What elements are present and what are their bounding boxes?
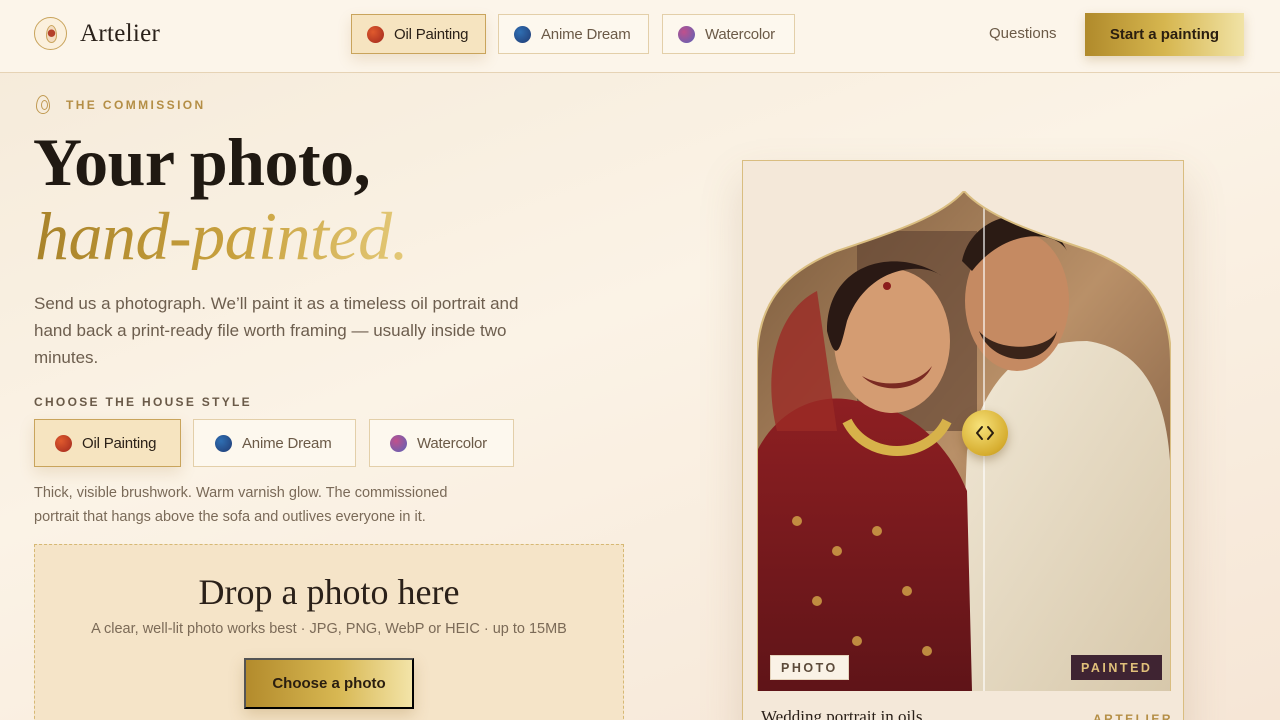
choose-photo-button[interactable]: Choose a photo: [244, 658, 414, 709]
brand-name: Artelier: [80, 19, 161, 47]
hero-title-line2: hand-painted.: [35, 198, 409, 274]
brand-logo[interactable]: Artelier: [34, 17, 160, 50]
compare-slider-handle[interactable]: [962, 410, 1008, 456]
questions-link[interactable]: Questions: [989, 25, 1057, 42]
nav-style-label: Watercolor: [705, 25, 775, 43]
style-option-label: Oil Painting: [82, 434, 157, 452]
style-option-label: Watercolor: [417, 434, 487, 452]
style-option-label: Anime Dream: [242, 434, 332, 452]
nav-style-oil-painting[interactable]: Oil Painting: [351, 14, 486, 54]
style-option-watercolor[interactable]: Watercolor: [369, 419, 514, 467]
anime-color-dot-icon: [514, 25, 531, 43]
eyebrow: THE COMMISSION: [36, 95, 206, 114]
house-style-label: CHOOSE THE HOUSE STYLE: [34, 395, 252, 409]
dropzone-subtitle: A clear, well-lit photo works best · JPG…: [91, 621, 567, 637]
preview-caption: Wedding portrait in oils: [761, 707, 923, 720]
drop-icon: [36, 95, 50, 114]
painted-tag: PAINTED: [1071, 655, 1163, 680]
oil-color-dot-icon: [367, 25, 384, 43]
chevrons-left-right-icon: [976, 426, 994, 440]
site-header: Artelier Oil Painting Anime Dream Waterc…: [0, 0, 1280, 73]
dropzone-title: Drop a photo here: [198, 572, 460, 612]
style-description: Thick, visible brushwork. Warm varnish g…: [34, 485, 448, 525]
start-painting-button[interactable]: Start a painting: [1085, 13, 1244, 56]
preview-card: PHOTO PAINTED Wedding portrait in oils A…: [742, 160, 1184, 720]
eyebrow-text: THE COMMISSION: [66, 97, 206, 112]
photo-dropzone[interactable]: Drop a photo here A clear, well-lit phot…: [34, 544, 624, 720]
style-option-oil-painting[interactable]: Oil Painting: [34, 419, 181, 467]
oil-color-dot-icon: [55, 434, 72, 452]
watercolor-color-dot-icon: [678, 25, 695, 43]
nav-style-label: Oil Painting: [394, 25, 469, 43]
nav-style-label: Anime Dream: [541, 25, 631, 43]
nav-style-watercolor[interactable]: Watercolor: [662, 14, 795, 54]
photo-tag: PHOTO: [770, 655, 849, 680]
style-option-anime-dream[interactable]: Anime Dream: [193, 419, 356, 467]
preview-brand: ARTELIER: [1093, 712, 1173, 720]
anime-color-dot-icon: [215, 434, 232, 452]
hero-title-line1: Your photo,: [33, 124, 371, 200]
drop-seal-icon: [34, 17, 67, 50]
hero-lead: Send us a photograph. We’ll paint it as …: [34, 294, 519, 367]
watercolor-color-dot-icon: [390, 434, 407, 452]
nav-style-anime-dream[interactable]: Anime Dream: [498, 14, 649, 54]
